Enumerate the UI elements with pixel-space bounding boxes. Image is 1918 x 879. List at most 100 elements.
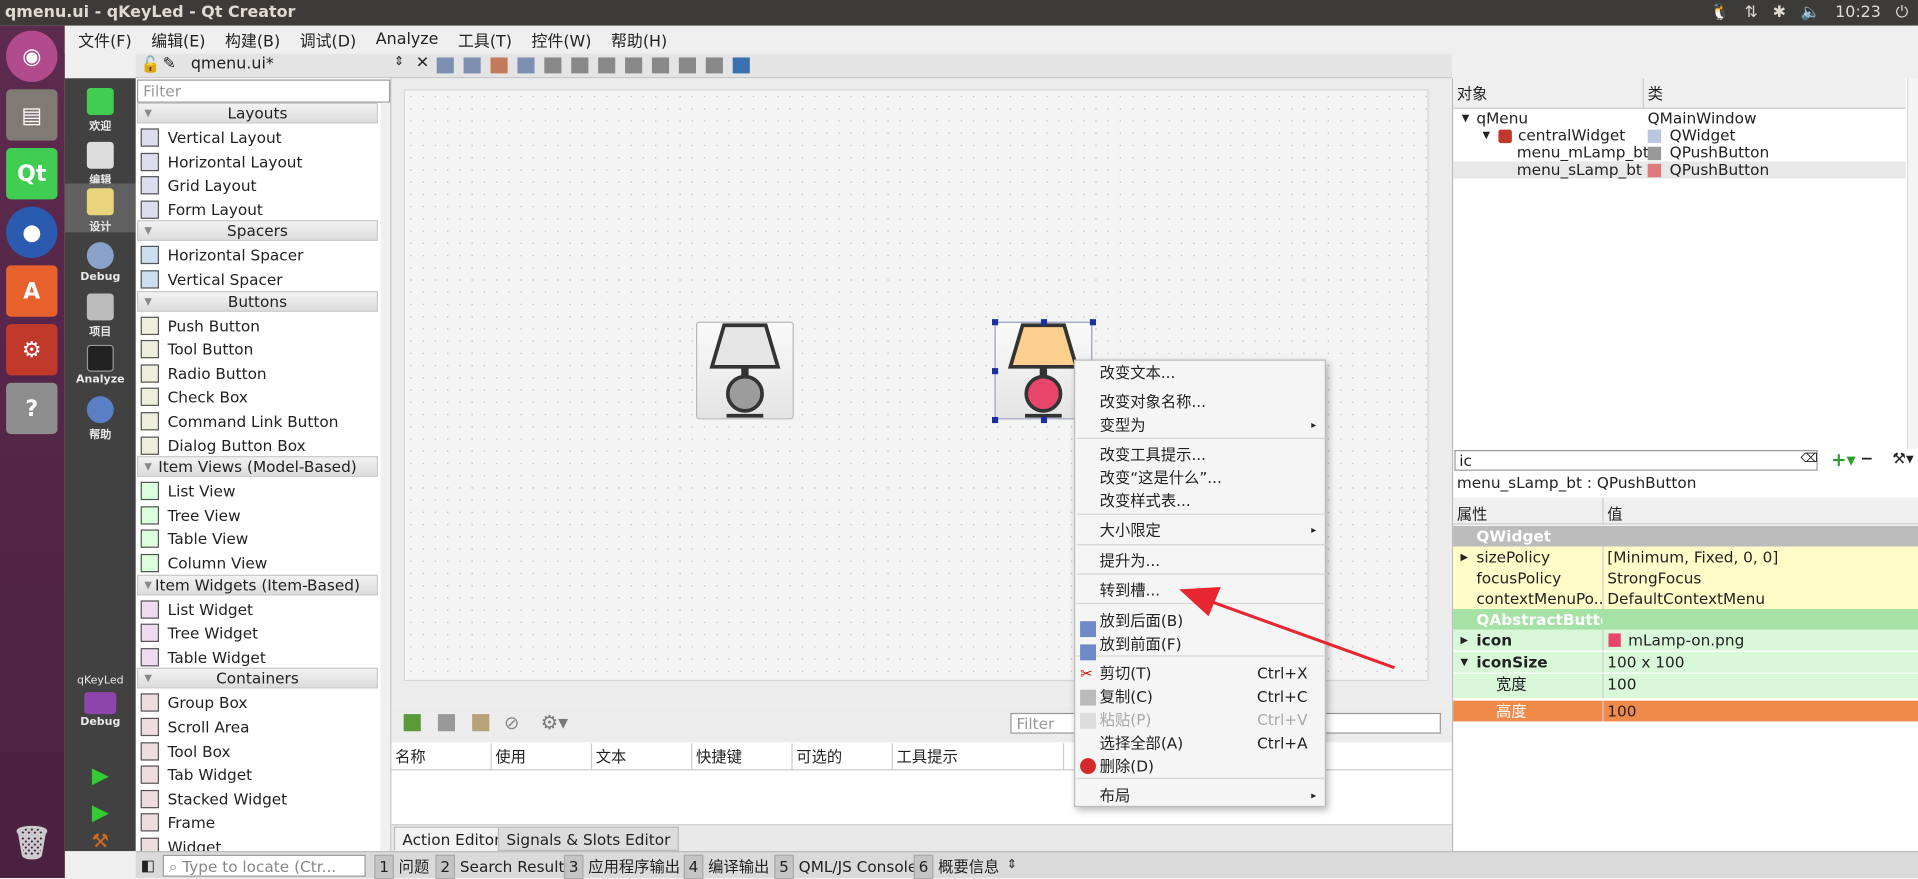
property-value[interactable]: 100 <box>1607 674 1636 695</box>
column-header[interactable]: 属性 <box>1457 501 1488 524</box>
category-header[interactable]: Spacers <box>136 220 378 242</box>
layout-split-h-icon[interactable] <box>598 57 616 74</box>
collapse-icon[interactable]: ▼ <box>1483 127 1491 144</box>
widget-item[interactable]: Tree Widget <box>140 621 258 644</box>
widget-item[interactable]: Scroll Area <box>140 715 250 738</box>
context-menu-item[interactable]: 改变“这是什么”... <box>1100 467 1320 489</box>
menu-file[interactable]: 文件(F) <box>65 28 142 51</box>
category-header[interactable]: Item Widgets (Item-Based) <box>136 574 378 596</box>
property-value[interactable]: 100 x 100 <box>1607 652 1684 673</box>
property-group-row[interactable]: QAbstractButton <box>1453 608 1918 630</box>
add-property-icon[interactable]: +▾ <box>1831 449 1856 471</box>
widget-item[interactable]: Tool Box <box>140 739 231 762</box>
remove-property-icon[interactable]: − <box>1860 449 1873 467</box>
property-value[interactable]: mLamp-on.png <box>1628 630 1744 651</box>
context-menu-item[interactable]: 提升为... <box>1100 550 1320 572</box>
expand-icon[interactable]: ▶ <box>1461 547 1469 568</box>
column-header[interactable]: 值 <box>1607 501 1622 524</box>
context-menu-item[interactable]: 变型为 ▸ <box>1100 415 1320 437</box>
column-header[interactable]: 使用 <box>492 743 593 771</box>
sidebar-toggle-icon[interactable]: ◧ <box>141 855 155 877</box>
column-header[interactable]: 快捷键 <box>692 743 793 771</box>
widget-item[interactable]: Tab Widget <box>140 763 252 786</box>
settings-icon[interactable]: ⚙ <box>6 324 58 376</box>
widget-item[interactable]: List Widget <box>140 597 253 620</box>
widget-item[interactable]: Horizontal Layout <box>140 150 302 173</box>
ubuntu-logo-icon[interactable]: ◉ <box>6 30 58 82</box>
widget-item[interactable]: Group Box <box>140 691 247 714</box>
tree-row[interactable]: ▼ centralWidget QWidget <box>1453 127 1906 144</box>
help-icon[interactable]: ? <box>6 382 58 435</box>
mode-analyze[interactable]: Analyze <box>65 340 136 394</box>
category-header[interactable]: Buttons <box>136 290 378 312</box>
widget-item[interactable]: Push Button <box>140 314 260 337</box>
object-inspector-scrollbar[interactable] <box>1906 78 1918 449</box>
volume-icon[interactable]: 🔈 <box>1801 0 1821 26</box>
context-menu-item[interactable]: 布局 ▸ <box>1100 785 1320 807</box>
widget-item[interactable]: Horizontal Spacer <box>140 244 303 267</box>
paste-action-icon[interactable] <box>472 714 490 732</box>
pane-more-icon[interactable]: ⇕ <box>1007 855 1017 877</box>
widget-item[interactable]: Column View <box>140 551 267 574</box>
menu-tools[interactable]: 工具(T) <box>448 28 522 51</box>
run-icon[interactable]: ▶ <box>65 763 136 792</box>
trash-icon[interactable]: 🗑 <box>6 818 57 869</box>
network-icon[interactable]: ⇅ <box>1745 0 1758 26</box>
widget-item[interactable]: Table Widget <box>140 645 266 668</box>
widget-item[interactable]: Stacked Widget <box>140 787 287 810</box>
menu-debug[interactable]: 调试(D) <box>290 28 366 51</box>
mode-debug[interactable]: Debug <box>65 237 136 291</box>
edit-widgets-icon[interactable] <box>436 57 454 74</box>
widget-box-scrollbar[interactable] <box>380 102 391 852</box>
property-value[interactable]: [Minimum, Fixed, 0, 0] <box>1607 547 1778 568</box>
selection-handle[interactable] <box>1040 319 1048 326</box>
clock[interactable]: 10:23 <box>1835 0 1881 26</box>
widget-item[interactable]: Frame <box>140 811 215 834</box>
close-icon[interactable]: ✕ <box>416 54 429 72</box>
edit-signals-icon[interactable] <box>463 57 481 74</box>
widget-item[interactable]: Check Box <box>140 386 248 409</box>
context-menu-item[interactable]: 大小限定 ▸ <box>1100 520 1320 542</box>
system-tray[interactable]: 🐧 ⇅ ✱ 🔈 10:23 ⏻ <box>1710 0 1908 26</box>
locator-input[interactable]: ⌕ Type to locate (Ctr... <box>162 854 366 877</box>
context-menu-item[interactable]: 选择全部(A) Ctrl+A <box>1100 732 1320 754</box>
tree-row[interactable]: ▼ qMenu QMainWindow <box>1453 109 1906 127</box>
selection-handle[interactable] <box>1089 319 1096 326</box>
category-header[interactable]: Layouts <box>136 102 378 124</box>
context-menu-item[interactable]: 改变样式表... <box>1100 490 1320 512</box>
widget-item[interactable]: Radio Button <box>140 362 267 385</box>
kit-selector[interactable]: qKeyLed Debug <box>65 675 136 736</box>
property-row[interactable]: 高度 100 <box>1453 700 1918 722</box>
property-row[interactable]: contextMenuPo... DefaultContextMenu <box>1453 588 1918 609</box>
expand-icon[interactable]: ▼ <box>1461 652 1469 673</box>
column-header[interactable]: 工具提示 <box>893 743 1065 771</box>
property-row[interactable]: focusPolicy StrongFocus <box>1453 567 1918 589</box>
property-filter-input[interactable]: ic <box>1454 449 1818 471</box>
firefox-icon[interactable]: ● <box>6 206 58 259</box>
column-header[interactable]: 对象 <box>1453 78 1644 108</box>
pane-app-output[interactable]: 3 应用程序输出 <box>563 854 680 879</box>
widget-item[interactable]: Tree View <box>140 504 241 527</box>
build-hammer-icon[interactable]: ⚒ <box>65 829 136 852</box>
tree-row-selected[interactable]: menu_sLamp_bt QPushButton <box>1453 161 1906 179</box>
new-action-icon[interactable] <box>403 714 421 732</box>
widget-item[interactable]: Command Link Button <box>140 410 338 433</box>
mode-help[interactable]: 帮助 <box>65 391 136 445</box>
widget-item[interactable]: Form Layout <box>140 198 263 221</box>
widget-filter-input[interactable]: Filter <box>136 79 391 103</box>
property-value[interactable]: 100 <box>1607 701 1636 722</box>
column-header[interactable]: 名称 <box>391 743 492 771</box>
adjust-size-icon[interactable] <box>732 57 750 74</box>
column-header[interactable]: 类 <box>1644 78 1663 107</box>
pane-general-messages[interactable]: 6 概要信息 <box>913 854 999 879</box>
mode-design[interactable]: 设计 <box>64 183 136 234</box>
property-value[interactable]: StrongFocus <box>1607 567 1701 588</box>
context-menu-item[interactable]: 改变对象名称... <box>1100 391 1320 413</box>
edit-tab-order-icon[interactable] <box>517 57 535 74</box>
layout-vertical-icon[interactable] <box>571 57 589 74</box>
expand-icon[interactable]: ▶ <box>1461 630 1469 651</box>
tab-action-editor[interactable]: Action Editor <box>393 826 510 852</box>
delete-action-icon[interactable]: ⊘ <box>504 712 519 734</box>
column-header[interactable]: 可选的 <box>793 743 893 771</box>
power-icon[interactable]: ⏻ <box>1896 0 1909 26</box>
